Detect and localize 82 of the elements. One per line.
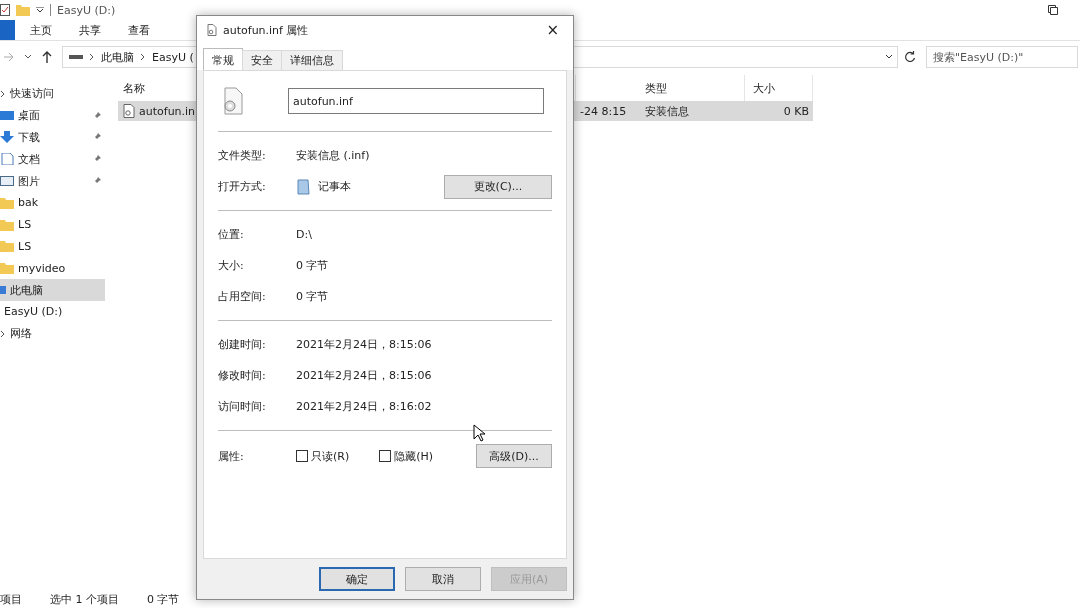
checkmark-icon[interactable] bbox=[0, 4, 10, 16]
file-date: -24 8:15 bbox=[579, 104, 628, 118]
sidebar-item[interactable]: 文档 bbox=[0, 148, 105, 171]
folder-icon bbox=[0, 240, 14, 253]
ribbon-tab[interactable]: 共享 bbox=[64, 22, 113, 38]
chevron-icon bbox=[89, 53, 95, 61]
settings-file-icon bbox=[123, 104, 135, 118]
breadcrumb-item[interactable]: 此电脑 bbox=[101, 49, 134, 65]
dialog-title: autofun.inf 属性 bbox=[223, 22, 309, 38]
folder-icon bbox=[0, 218, 14, 231]
file-name: autofun.in bbox=[139, 104, 196, 118]
checkbox[interactable] bbox=[296, 450, 308, 462]
checkbox[interactable] bbox=[379, 450, 392, 462]
close-button[interactable]: × bbox=[542, 21, 563, 39]
property-label: 访问时间: bbox=[218, 399, 267, 414]
status-text: 选中 1 个项目 bbox=[50, 591, 119, 607]
status-text: 项目 bbox=[0, 591, 22, 607]
sidebar-item[interactable]: LS bbox=[0, 235, 105, 258]
property-value: 2021年2月24日，8:15:06 bbox=[296, 337, 432, 352]
sidebar-item[interactable]: 桌面 bbox=[0, 104, 105, 127]
change-button[interactable]: 更改(C)... bbox=[444, 174, 552, 199]
chevron-icon bbox=[0, 329, 6, 338]
folder-icon bbox=[16, 4, 30, 16]
property-value: D:\ bbox=[296, 228, 312, 241]
chevron-down-icon[interactable] bbox=[24, 54, 32, 60]
property-label: 创建时间: bbox=[218, 337, 267, 352]
property-label: 占用空间: bbox=[218, 289, 267, 304]
download-arrow-icon bbox=[0, 131, 14, 144]
tab[interactable]: 常规 bbox=[203, 48, 243, 70]
file-name-field[interactable]: autofun.inf bbox=[288, 88, 544, 114]
file-size: 0 KB bbox=[782, 104, 810, 118]
up-arrow-icon[interactable] bbox=[42, 51, 52, 63]
ribbon-tab[interactable]: 主页 bbox=[15, 22, 64, 38]
tab[interactable]: 详细信息 bbox=[281, 50, 343, 70]
dropdown-icon[interactable] bbox=[36, 7, 44, 13]
property-label: 大小: bbox=[218, 258, 245, 273]
drive-icon bbox=[69, 54, 83, 60]
settings-file-icon bbox=[222, 87, 244, 115]
tab[interactable]: 安全 bbox=[242, 50, 282, 70]
sidebar-item[interactable]: 此电脑 bbox=[0, 279, 105, 301]
file-type: 安装信息 bbox=[644, 103, 690, 119]
property-value: 2021年2月24日，8:16:02 bbox=[296, 399, 432, 414]
chevron-icon bbox=[0, 89, 6, 98]
property-value: 安装信息 (.inf) bbox=[296, 148, 370, 163]
property-value: 2021年2月24日，8:15:06 bbox=[296, 368, 432, 383]
property-label: 打开方式: bbox=[218, 179, 267, 194]
folder-icon bbox=[0, 196, 14, 209]
desktop-icon bbox=[0, 109, 14, 122]
sidebar-item[interactable]: 下载 bbox=[0, 126, 105, 149]
notepad-icon bbox=[296, 178, 310, 195]
settings-file-icon bbox=[207, 24, 217, 36]
chevron-icon bbox=[140, 53, 146, 61]
status-text: 0 字节 bbox=[147, 591, 180, 607]
property-label: 文件类型: bbox=[218, 148, 267, 163]
property-value: 0 字节 bbox=[296, 258, 329, 273]
property-label: 修改时间: bbox=[218, 368, 267, 383]
search-field[interactable]: 搜索"EasyU (D:)" bbox=[926, 46, 1078, 68]
property-value: 记事本 bbox=[318, 179, 351, 194]
sidebar-item[interactable]: bak bbox=[0, 192, 105, 214]
ribbon-tab[interactable]: 查看 bbox=[113, 22, 162, 38]
refresh-icon[interactable] bbox=[904, 51, 916, 63]
sidebar-item[interactable]: myvideo bbox=[0, 257, 105, 280]
sidebar-item[interactable]: EasyU (D:) bbox=[0, 300, 105, 323]
sidebar-item[interactable]: 网络 bbox=[0, 322, 105, 345]
property-value: 0 字节 bbox=[296, 289, 329, 304]
sidebar-item[interactable]: 图片 bbox=[0, 170, 105, 192]
checkbox-label: 只读(R) bbox=[311, 448, 350, 464]
dialog-button[interactable]: 确定 bbox=[319, 567, 395, 591]
property-label: 位置: bbox=[218, 227, 245, 242]
breadcrumb-item[interactable]: EasyU ( bbox=[152, 50, 194, 64]
checkbox-label: 隐藏(H) bbox=[394, 448, 434, 464]
restore-icon[interactable] bbox=[1048, 5, 1058, 15]
property-label: 属性: bbox=[218, 448, 245, 464]
advanced-button[interactable]: 高级(D)... bbox=[476, 444, 552, 468]
pictures-icon bbox=[0, 175, 14, 188]
sidebar-item[interactable]: 快速访问 bbox=[0, 83, 105, 105]
window-title: EasyU (D:) bbox=[57, 3, 116, 17]
folder-icon bbox=[0, 262, 14, 275]
dialog-button[interactable]: 取消 bbox=[405, 567, 481, 591]
chevron-down-icon[interactable] bbox=[885, 54, 893, 60]
mouse-cursor-icon bbox=[473, 424, 485, 442]
sidebar-item[interactable]: LS bbox=[0, 213, 105, 236]
